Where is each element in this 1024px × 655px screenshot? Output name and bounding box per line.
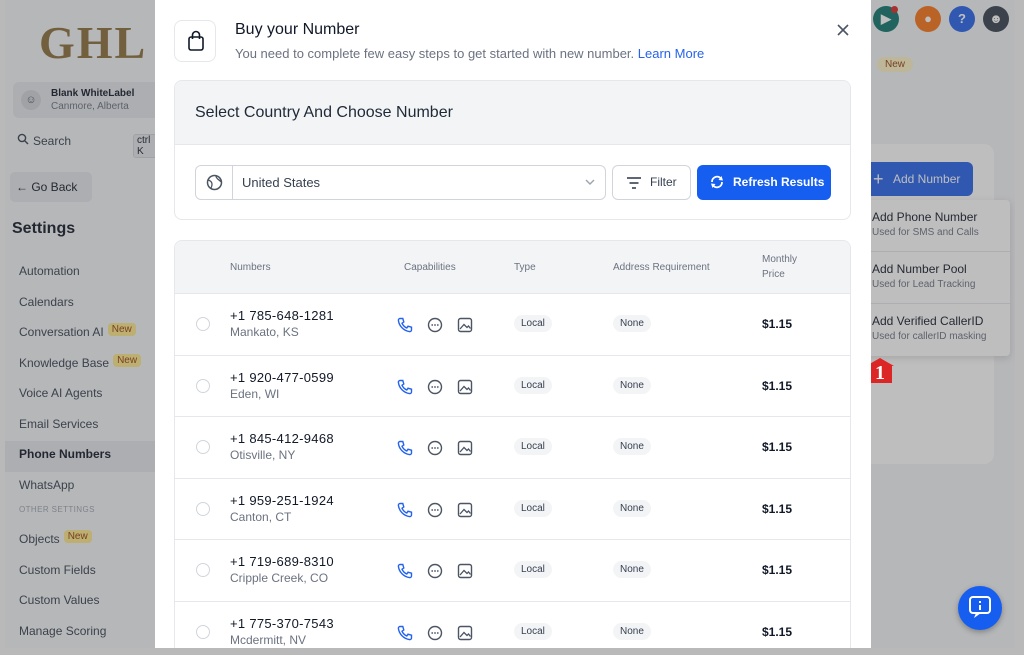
country-value: United States bbox=[242, 175, 321, 190]
learn-more-link[interactable]: Learn More bbox=[638, 46, 704, 61]
sms-icon bbox=[426, 316, 444, 334]
address-pill: None bbox=[613, 376, 651, 394]
filter-label: Filter bbox=[650, 175, 677, 189]
row-radio[interactable] bbox=[196, 317, 210, 331]
phone-number: +1 920-477-0599 bbox=[230, 369, 334, 385]
monthly-price: $1.15 bbox=[762, 563, 793, 577]
chat-widget-button[interactable] bbox=[958, 586, 1002, 630]
phone-icon bbox=[396, 439, 414, 457]
modal-header-icon-box bbox=[174, 20, 216, 62]
capabilities bbox=[396, 316, 476, 334]
country-selection-card: Select Country And Choose Number United … bbox=[174, 80, 851, 220]
type-pill: Local bbox=[514, 561, 552, 578]
row-radio[interactable] bbox=[196, 624, 210, 639]
mms-image-icon bbox=[456, 624, 474, 642]
modal-subtitle-text: You need to complete few easy steps to g… bbox=[235, 46, 635, 61]
mms-image-icon bbox=[456, 439, 474, 457]
chat-icon bbox=[969, 596, 991, 618]
number-location: Cripple Creek, CO bbox=[230, 571, 329, 585]
number-location: Mcdermitt, NV bbox=[230, 632, 307, 647]
phone-number: +1 775-370-7543 bbox=[230, 615, 334, 631]
col-price-line1: Monthly bbox=[762, 254, 798, 265]
type-pill: Local bbox=[514, 315, 552, 332]
table-row[interactable]: +1 775-370-7543 Mcdermitt, NV Local None… bbox=[175, 602, 850, 649]
col-price-line2: Price bbox=[762, 269, 785, 280]
address-pill: None bbox=[613, 561, 651, 578]
table-row[interactable]: +1 920-477-0599 Eden, WI Local None $1.1… bbox=[175, 356, 850, 417]
mms-image-icon bbox=[456, 501, 474, 519]
row-radio[interactable] bbox=[196, 378, 210, 393]
table-body: +1 785-648-1281 Mankato, KS Local None $… bbox=[175, 294, 850, 648]
col-capabilities: Capabilities bbox=[404, 262, 456, 273]
section-title: Select Country And Choose Number bbox=[175, 81, 850, 145]
number-location: Eden, WI bbox=[230, 386, 280, 401]
filter-button[interactable]: Filter bbox=[612, 165, 691, 200]
row-radio[interactable] bbox=[196, 563, 210, 577]
buy-number-modal: Buy your Number You need to complete few… bbox=[155, 0, 871, 648]
table-row[interactable]: +1 785-648-1281 Mankato, KS Local None $… bbox=[175, 294, 850, 356]
chevron-down-icon bbox=[585, 179, 595, 185]
sms-icon bbox=[426, 439, 444, 457]
numbers-table: Numbers Capabilities Type Address Requir… bbox=[174, 240, 851, 648]
capabilities bbox=[396, 624, 476, 642]
monthly-price: $1.15 bbox=[762, 317, 793, 331]
close-button[interactable] bbox=[833, 20, 853, 40]
sms-icon bbox=[426, 624, 444, 642]
modal-title: Buy your Number bbox=[235, 21, 360, 38]
capabilities bbox=[396, 501, 476, 519]
mms-image-icon bbox=[456, 316, 474, 334]
capabilities bbox=[396, 562, 476, 580]
phone-icon bbox=[396, 562, 414, 580]
col-address: Address Requirement bbox=[613, 262, 710, 273]
phone-icon bbox=[396, 316, 414, 334]
shopping-bag-icon bbox=[188, 30, 204, 51]
col-numbers: Numbers bbox=[230, 262, 271, 273]
table-row[interactable]: +1 719-689-8310 Cripple Creek, CO Local … bbox=[175, 540, 850, 602]
phone-number: +1 959-251-1924 bbox=[230, 492, 334, 508]
type-pill: Local bbox=[514, 622, 552, 640]
mms-image-icon bbox=[456, 562, 474, 580]
monthly-price: $1.15 bbox=[762, 501, 793, 516]
country-select[interactable]: United States bbox=[195, 165, 606, 200]
refresh-label: Refresh Results bbox=[733, 175, 825, 189]
phone-number: +1 719-689-8310 bbox=[230, 554, 334, 569]
type-pill: Local bbox=[514, 376, 552, 394]
row-radio[interactable] bbox=[196, 440, 210, 454]
sms-icon bbox=[426, 501, 444, 519]
number-location: Canton, CT bbox=[230, 509, 292, 524]
number-location: Otisville, NY bbox=[230, 448, 296, 462]
sms-icon bbox=[426, 378, 444, 396]
col-type: Type bbox=[514, 262, 536, 273]
monthly-price: $1.15 bbox=[762, 440, 793, 454]
address-pill: None bbox=[613, 438, 651, 455]
row-radio[interactable] bbox=[196, 501, 210, 516]
number-location: Mankato, KS bbox=[230, 325, 299, 339]
address-pill: None bbox=[613, 315, 651, 332]
mms-image-icon bbox=[456, 378, 474, 396]
phone-icon bbox=[396, 501, 414, 519]
table-header: Numbers Capabilities Type Address Requir… bbox=[175, 241, 850, 294]
capabilities bbox=[396, 439, 476, 457]
type-pill: Local bbox=[514, 499, 552, 517]
capabilities bbox=[396, 378, 476, 396]
globe-icon bbox=[196, 166, 233, 199]
refresh-icon bbox=[711, 175, 723, 189]
phone-number: +1 845-412-9468 bbox=[230, 431, 334, 446]
address-pill: None bbox=[613, 499, 651, 517]
table-row[interactable]: +1 959-251-1924 Canton, CT Local None $1… bbox=[175, 479, 850, 540]
monthly-price: $1.15 bbox=[762, 378, 793, 393]
table-row[interactable]: +1 845-412-9468 Otisville, NY Local None… bbox=[175, 417, 850, 479]
filter-icon bbox=[627, 177, 641, 189]
refresh-results-button[interactable]: Refresh Results bbox=[697, 165, 831, 200]
address-pill: None bbox=[613, 622, 651, 640]
type-pill: Local bbox=[514, 438, 552, 455]
phone-icon bbox=[396, 378, 414, 396]
modal-subtitle: You need to complete few easy steps to g… bbox=[235, 46, 704, 61]
annotation-number: 1 bbox=[875, 362, 885, 384]
monthly-price: $1.15 bbox=[762, 624, 793, 639]
phone-number: +1 785-648-1281 bbox=[230, 308, 334, 323]
phone-icon bbox=[396, 624, 414, 642]
close-icon bbox=[837, 24, 849, 36]
sms-icon bbox=[426, 562, 444, 580]
